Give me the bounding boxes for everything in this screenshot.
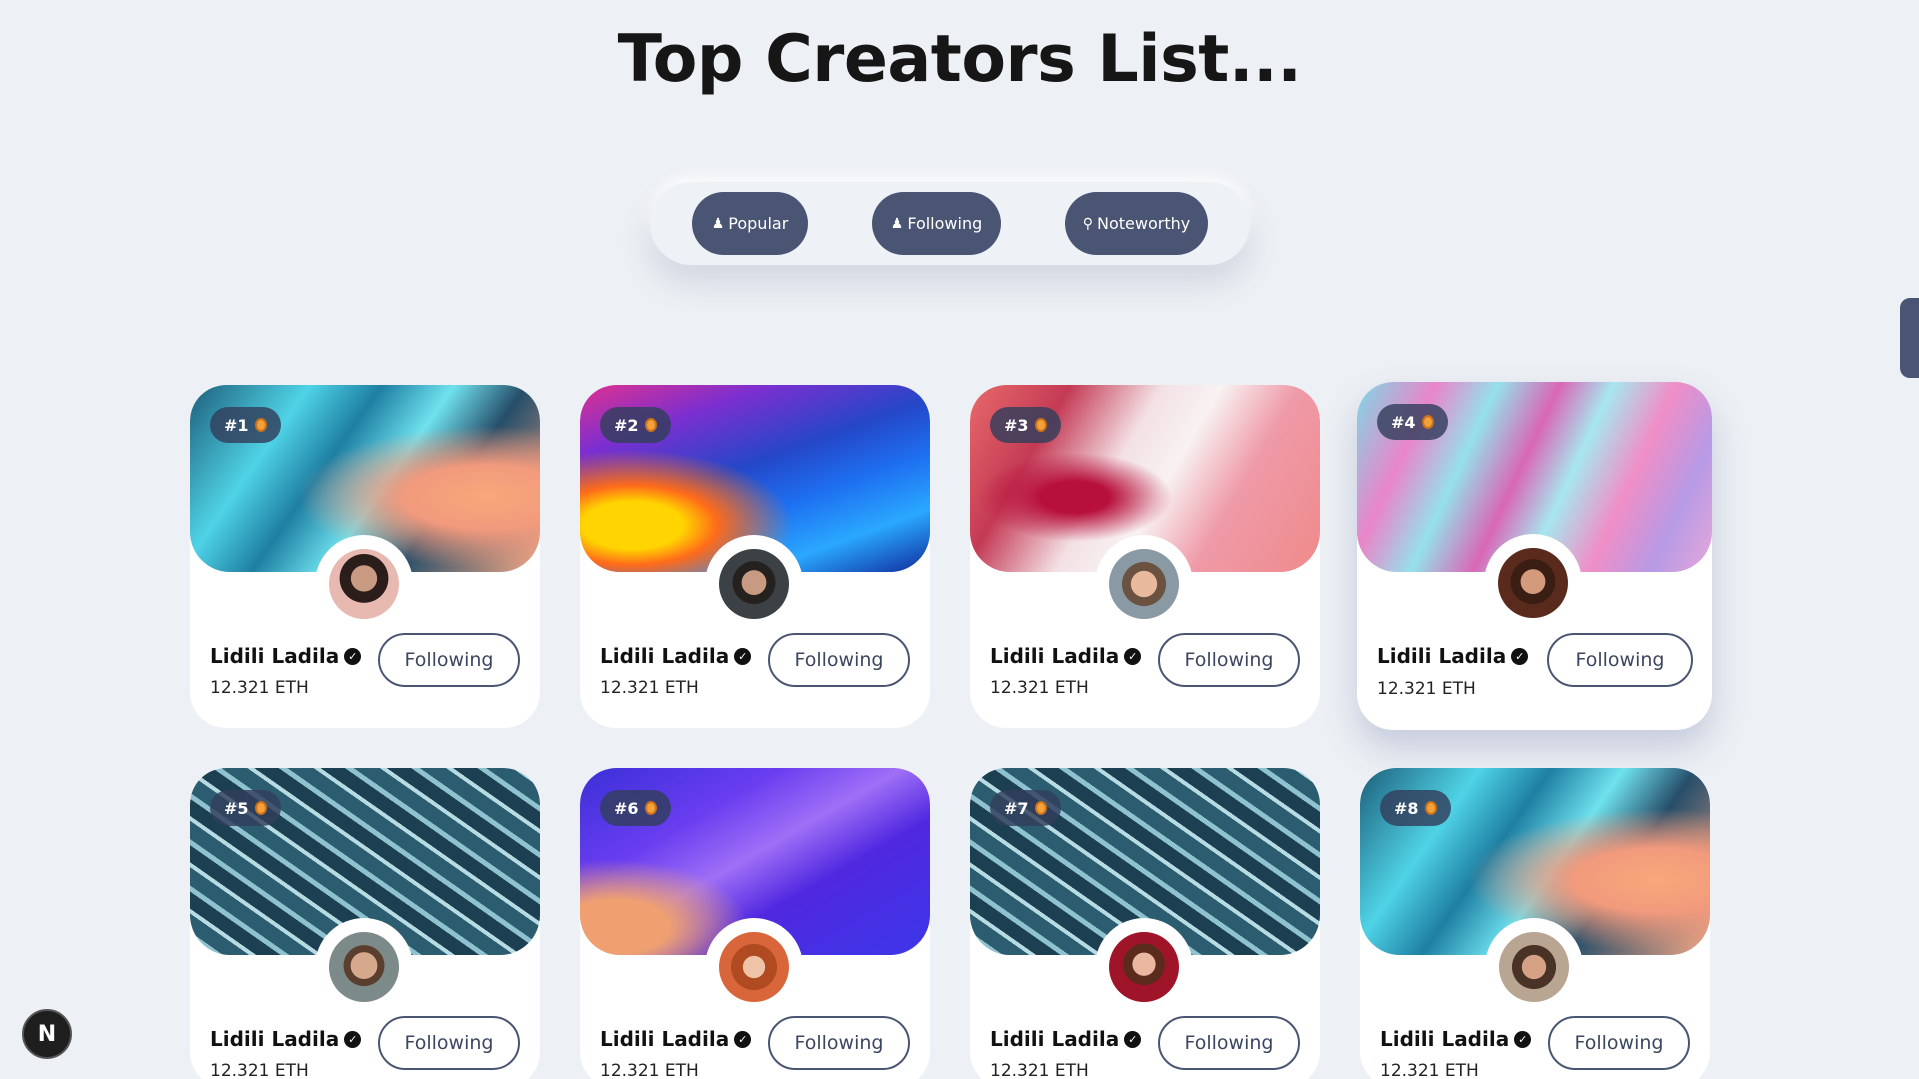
following-button[interactable]: Following [768,633,910,687]
verified-icon: ✓ [344,1030,362,1048]
creator-name: Lidili Ladila ✓ [600,644,752,668]
medal-icon [254,801,267,815]
following-button[interactable]: Following [1158,1016,1300,1070]
eth-amount: 12.321 ETH [990,1061,1089,1079]
creator-name: Lidili Ladila ✓ [210,1027,362,1051]
verified-icon: ✓ [1514,1030,1532,1048]
rank-badge: #4 [1377,404,1448,440]
tab-label: Popular [728,214,789,233]
tab-popular[interactable]: ♟ Popular [692,192,808,255]
medal-icon [254,418,267,432]
medal-icon [644,801,657,815]
creator-card[interactable]: #8 Lidili Ladila ✓ 12.321 ETH Following [1360,768,1710,1079]
scrollbar-thumb[interactable] [1900,298,1919,378]
creator-name: Lidili Ladila ✓ [1380,1027,1532,1051]
creator-card[interactable]: #4 Lidili Ladila ✓ 12.321 ETH Following [1357,382,1712,730]
eth-amount: 12.321 ETH [1380,1061,1479,1079]
rank-badge: #5 [210,790,281,826]
award-icon: ⚲ [1082,215,1094,232]
eth-amount: 12.321 ETH [210,678,309,698]
rank-badge: #8 [1380,790,1451,826]
creator-card[interactable]: #7 Lidili Ladila ✓ 12.321 ETH Following [970,768,1320,1079]
creator-name: Lidili Ladila ✓ [990,1027,1142,1051]
following-button[interactable]: Following [378,1016,520,1070]
creator-card[interactable]: #1 Lidili Ladila ✓ 12.321 ETH Following [190,385,540,728]
tab-following[interactable]: ♟ Following [872,192,1001,255]
avatar-ring [1095,918,1193,1016]
filter-tabs: ♟ Popular ♟ Following ⚲ Noteworthy [650,182,1250,265]
avatar [719,932,789,1002]
tab-label: Noteworthy [1097,214,1191,233]
avatar-ring [705,535,803,633]
creator-name: Lidili Ladila ✓ [210,644,362,668]
user-star-icon: ♟ [711,215,725,232]
rank-badge: #6 [600,790,671,826]
avatar [1109,932,1179,1002]
avatar [1109,549,1179,619]
medal-icon [1424,801,1437,815]
rank-badge: #7 [990,790,1061,826]
creator-name: Lidili Ladila ✓ [1377,644,1529,668]
creator-name: Lidili Ladila ✓ [990,644,1142,668]
avatar-ring [1095,535,1193,633]
eth-amount: 12.321 ETH [1377,679,1476,699]
avatar [1498,548,1568,618]
following-button[interactable]: Following [1548,1016,1690,1070]
verified-icon: ✓ [1124,647,1142,665]
medal-icon [1034,418,1047,432]
avatar-ring [1485,918,1583,1016]
n-logo-badge[interactable]: N [22,1009,72,1059]
rank-badge: #1 [210,407,281,443]
creator-card[interactable]: #5 Lidili Ladila ✓ 12.321 ETH Following [190,768,540,1079]
medal-icon [1034,801,1047,815]
n-logo-letter: N [37,1021,57,1047]
eth-amount: 12.321 ETH [600,678,699,698]
eth-amount: 12.321 ETH [600,1061,699,1079]
creator-card[interactable]: #2 Lidili Ladila ✓ 12.321 ETH Following [580,385,930,728]
eth-amount: 12.321 ETH [210,1061,309,1079]
medal-icon [644,418,657,432]
following-button[interactable]: Following [1158,633,1300,687]
verified-icon: ✓ [1511,647,1529,665]
eth-amount: 12.321 ETH [990,678,1089,698]
avatar [329,549,399,619]
avatar-ring [315,918,413,1016]
creator-card[interactable]: #6 Lidili Ladila ✓ 12.321 ETH Following [580,768,930,1079]
creator-card[interactable]: #3 Lidili Ladila ✓ 12.321 ETH Following [970,385,1320,728]
tab-label: Following [907,214,983,233]
avatar-ring [1484,534,1582,632]
rank-badge: #2 [600,407,671,443]
following-button[interactable]: Following [768,1016,910,1070]
verified-icon: ✓ [734,647,752,665]
verified-icon: ✓ [344,647,362,665]
avatar [1499,932,1569,1002]
verified-icon: ✓ [734,1030,752,1048]
tab-noteworthy[interactable]: ⚲ Noteworthy [1065,192,1208,255]
user-check-icon: ♟ [890,215,904,232]
avatar-ring [315,535,413,633]
avatar [719,549,789,619]
following-button[interactable]: Following [1547,633,1693,687]
rank-badge: #3 [990,407,1061,443]
verified-icon: ✓ [1124,1030,1142,1048]
avatar [329,932,399,1002]
creator-name: Lidili Ladila ✓ [600,1027,752,1051]
medal-icon [1421,415,1434,429]
avatar-ring [705,918,803,1016]
following-button[interactable]: Following [378,633,520,687]
page-title: Top Creators List... [617,22,1302,97]
